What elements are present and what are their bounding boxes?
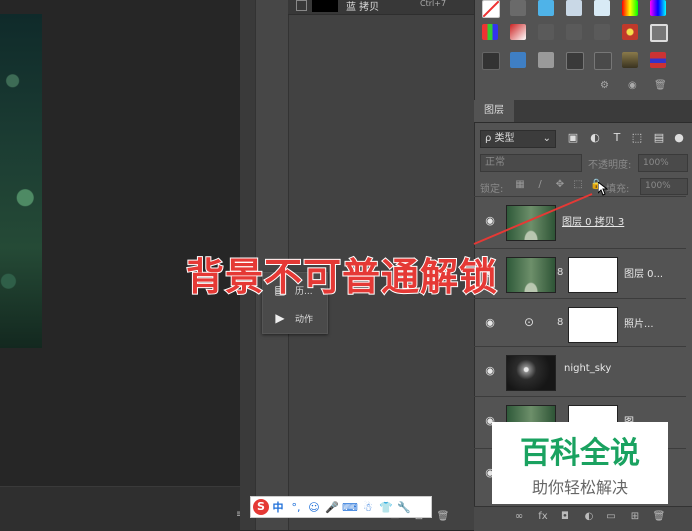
tab-layers[interactable]: 图层: [474, 100, 514, 122]
fx-icon[interactable]: fx: [536, 510, 550, 524]
smart-object-filter-icon[interactable]: ▤: [652, 130, 666, 146]
opacity-input[interactable]: 100%: [638, 154, 688, 172]
layer-name[interactable]: 照片...: [624, 315, 654, 330]
fill-label: 填充:: [606, 184, 630, 195]
shape-filter-icon[interactable]: ⬚: [630, 130, 644, 146]
add-mask-icon[interactable]: ◘: [558, 510, 572, 524]
channel-mixer-icon[interactable]: [482, 24, 498, 40]
skin-icon[interactable]: 👕: [377, 501, 395, 514]
actions-label: 动作: [295, 314, 314, 325]
eye-icon[interactable]: ◉: [484, 365, 496, 377]
trash-icon[interactable]: 🗑: [436, 510, 450, 524]
adjustment-icon[interactable]: [566, 52, 584, 70]
swatch-checkbox[interactable]: [296, 0, 307, 11]
trash-icon[interactable]: 🗑: [652, 510, 666, 524]
filter-toggle-icon[interactable]: ●: [672, 130, 686, 146]
tools-icon[interactable]: 🔧: [395, 501, 413, 514]
forest-photo: [0, 14, 42, 348]
punctuation-icon[interactable]: °,: [287, 501, 305, 514]
settings-icon[interactable]: ⚙: [600, 80, 609, 91]
canvas-status-area: ≡: [0, 486, 244, 531]
adjustment-icon[interactable]: [538, 24, 554, 40]
actions-button[interactable]: ▶ 动作: [263, 305, 327, 331]
layer-mask-thumbnail[interactable]: [568, 307, 618, 343]
new-layer-icon[interactable]: ⊞: [628, 510, 642, 524]
pixel-filter-icon[interactable]: ▣: [566, 130, 580, 146]
adjustment-icon[interactable]: [566, 0, 582, 16]
adjustment-icon[interactable]: [622, 0, 638, 16]
new-adjustment-icon[interactable]: ◐: [582, 510, 596, 524]
opacity-value: 100%: [643, 158, 669, 168]
layer-mask-thumbnail[interactable]: [568, 257, 618, 293]
sogou-logo-icon[interactable]: S: [253, 499, 269, 515]
adjustment-filter-icon[interactable]: ◐: [588, 130, 602, 146]
eye-icon[interactable]: ◉: [484, 317, 496, 329]
adjustment-icon[interactable]: [622, 52, 638, 68]
layer-row[interactable]: ◉ 8 图层 0...: [474, 248, 686, 299]
fill-input[interactable]: 100%: [640, 178, 688, 195]
adjustment-icon[interactable]: [510, 52, 526, 68]
layer-name[interactable]: 图层 0...: [624, 265, 663, 280]
swatch-shortcut: Ctrl+7: [420, 0, 447, 8]
user-icon[interactable]: ☃: [359, 501, 377, 514]
ime-mode[interactable]: 中: [269, 499, 287, 515]
adjustment-icon[interactable]: [594, 24, 610, 40]
trash-icon[interactable]: 🗑: [654, 80, 667, 91]
adjustment-icon[interactable]: [510, 0, 526, 16]
swatch-color: [312, 0, 338, 12]
chain-link-icon[interactable]: 8: [557, 267, 563, 278]
watermark: 百科全说 助你轻松解决: [492, 422, 668, 504]
blend-mode-value: 正常: [485, 157, 505, 168]
microphone-icon[interactable]: 🎤: [323, 501, 341, 514]
chevron-down-icon: ⌄: [542, 133, 551, 144]
play-icon: ▶: [275, 311, 285, 325]
camera-adjustment-icon: ⊙: [524, 315, 535, 329]
adjustment-icon[interactable]: [650, 0, 666, 16]
ime-toolbar[interactable]: S 中 °, ☺ 🎤 ⌨ ☃ 👕 🔧: [250, 496, 432, 518]
layer-row[interactable]: ◉ night_sky: [474, 346, 686, 397]
link-layers-icon[interactable]: ∞: [512, 510, 526, 524]
adjustment-icon[interactable]: [482, 52, 500, 70]
adjustment-icon[interactable]: [622, 24, 638, 40]
annotation-caption: 背景不可普通解锁: [185, 254, 499, 300]
adjustment-icon[interactable]: [510, 24, 526, 40]
emoji-icon[interactable]: ☺: [305, 501, 323, 514]
watermark-title: 百科全说: [520, 436, 640, 471]
blend-mode-select[interactable]: 正常: [480, 154, 582, 172]
adjustment-icon[interactable]: [538, 52, 554, 68]
annotation-arrow: [473, 193, 593, 245]
swatch-name: 蓝 拷贝: [346, 2, 380, 13]
adjustment-icon[interactable]: [650, 52, 666, 68]
adjustment-icon[interactable]: [650, 24, 668, 42]
adjustment-icon[interactable]: [594, 0, 610, 16]
chain-link-icon[interactable]: 8: [557, 317, 563, 328]
type-filter-icon[interactable]: T: [610, 130, 624, 146]
filter-label: ρ 类型: [485, 133, 515, 144]
layer-thumbnail: [506, 355, 556, 391]
adjustment-invert-icon[interactable]: [482, 0, 500, 18]
watermark-subtitle: 助你轻松解决: [531, 478, 628, 497]
layer-filter-select[interactable]: ρ 类型 ⌄: [480, 130, 556, 148]
visibility-icon[interactable]: ◉: [628, 80, 637, 91]
fill-value: 100%: [645, 181, 671, 191]
layer-name[interactable]: night_sky: [564, 363, 611, 374]
adjustment-icon[interactable]: [566, 24, 582, 40]
new-group-icon[interactable]: ▭: [604, 510, 618, 524]
adjustment-icon[interactable]: [594, 52, 612, 70]
keyboard-icon[interactable]: ⌨: [341, 501, 359, 514]
adjustment-icon[interactable]: [538, 0, 554, 16]
layer-thumbnail: [506, 257, 556, 293]
opacity-label: 不透明度:: [588, 160, 632, 171]
layer-row[interactable]: ◉ ⊙ 8 照片...: [474, 298, 686, 349]
